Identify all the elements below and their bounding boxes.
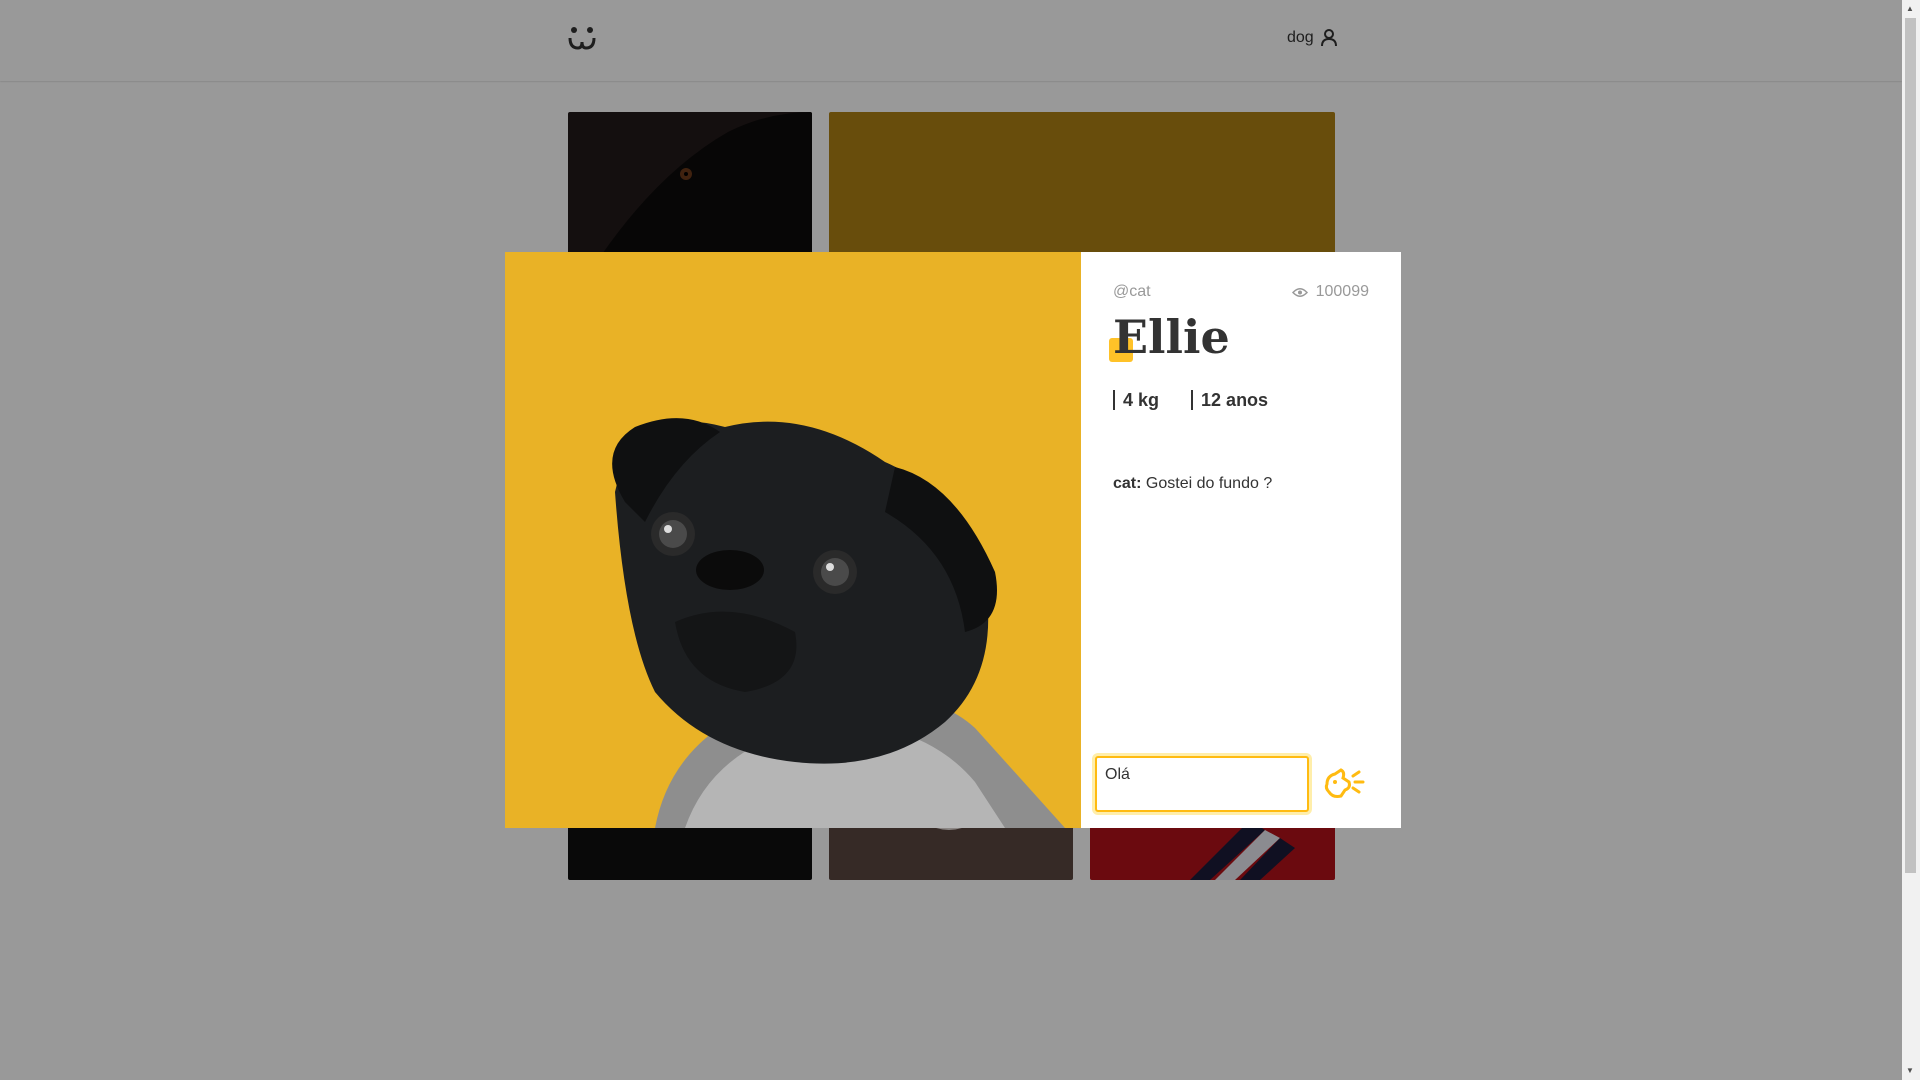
- send-comment-button[interactable]: [1321, 764, 1365, 804]
- age-attribute: 12 anos: [1191, 390, 1268, 410]
- comment-form: Olá: [1095, 756, 1387, 812]
- pug-photo: [505, 252, 1081, 828]
- photo-title[interactable]: Ellie: [1113, 310, 1230, 365]
- views-value: 100099: [1315, 283, 1369, 300]
- photo-details: @cat 100099 Ellie 4 kg 12 anos cat: Gost…: [1081, 252, 1401, 828]
- comments-list: cat: Gostei do fundo ?: [1113, 474, 1369, 493]
- comment-author: cat:: [1113, 475, 1142, 492]
- scrollbar-thumb[interactable]: [1905, 18, 1916, 873]
- weight-attribute: 4 kg: [1113, 390, 1159, 410]
- views-count: 100099: [1291, 283, 1369, 301]
- author-link[interactable]: @cat: [1113, 283, 1151, 301]
- bark-send-icon: [1324, 768, 1365, 798]
- comment-text: Gostei do fundo ?: [1141, 475, 1273, 492]
- comment-input[interactable]: Olá: [1095, 756, 1309, 812]
- comment-item: cat: Gostei do fundo ?: [1113, 474, 1369, 493]
- eye-icon: [1291, 287, 1308, 297]
- photo-attributes: 4 kg 12 anos: [1113, 390, 1268, 410]
- scroll-down-arrow-icon[interactable]: ▼: [1906, 1066, 1914, 1075]
- photo-modal: @cat 100099 Ellie 4 kg 12 anos cat: Gost…: [505, 252, 1401, 828]
- scroll-up-arrow-icon[interactable]: ▲: [1906, 4, 1914, 13]
